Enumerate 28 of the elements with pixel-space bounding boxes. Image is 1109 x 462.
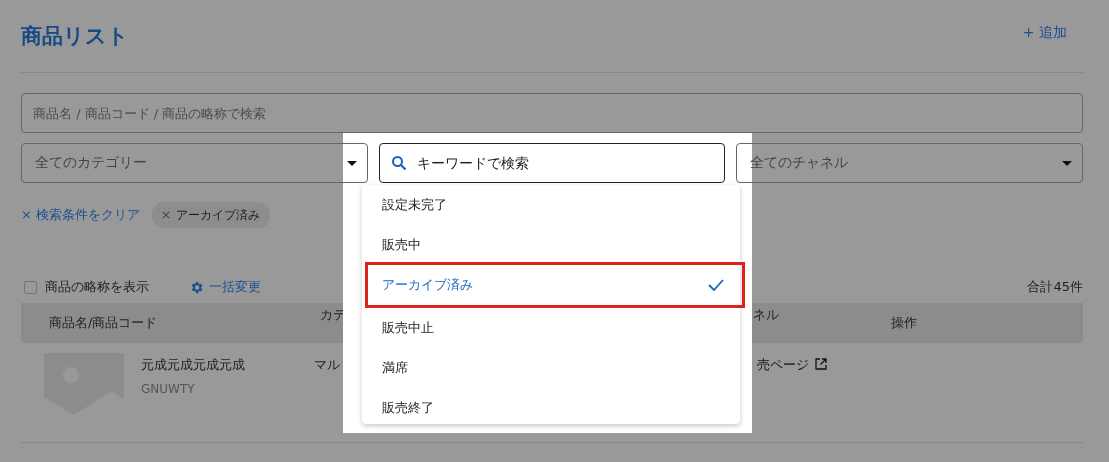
gear-icon [189, 279, 204, 295]
product-name: 元成元成元成元成 [141, 356, 245, 374]
search-icon [391, 155, 407, 171]
caret-icon [347, 160, 357, 166]
search-field[interactable]: キーワードで検索 [379, 143, 725, 183]
caret-icon [1062, 160, 1072, 166]
close-icon [162, 211, 171, 219]
menu-item[interactable]: 販売中止 [362, 308, 740, 348]
checkbox-label: 商品の略称を表示 [45, 278, 149, 296]
menu-item[interactable]: 販売終了 [362, 388, 740, 428]
external-link-icon [815, 358, 827, 370]
menu-item[interactable]: 満席 [362, 348, 740, 388]
column-header: 商品名/商品コード [48, 314, 158, 332]
check-icon [708, 279, 724, 291]
column-header: ネル [753, 306, 779, 324]
menu-item[interactable]: 販売中 [362, 225, 740, 265]
page-title: 商品リスト [21, 23, 129, 50]
table-cell: マル [314, 356, 340, 374]
select-field[interactable]: 全てのカテゴリー [21, 143, 368, 183]
menu-item[interactable]: 設定未完了 [362, 185, 740, 225]
menu-item[interactable]: アーカイブ済み [365, 262, 745, 308]
total-count: 合計45件 [1027, 278, 1083, 296]
filter-chip[interactable]: アーカイブ済み [152, 202, 271, 228]
search-field[interactable]: 商品名 / 商品コード / 商品の略称で検索 [21, 93, 1083, 133]
checkbox[interactable] [24, 280, 37, 294]
column-header: 操作 [891, 314, 917, 332]
sales-page-link[interactable]: 売ページ [753, 356, 827, 376]
product-code: GNUWTY [141, 382, 196, 396]
